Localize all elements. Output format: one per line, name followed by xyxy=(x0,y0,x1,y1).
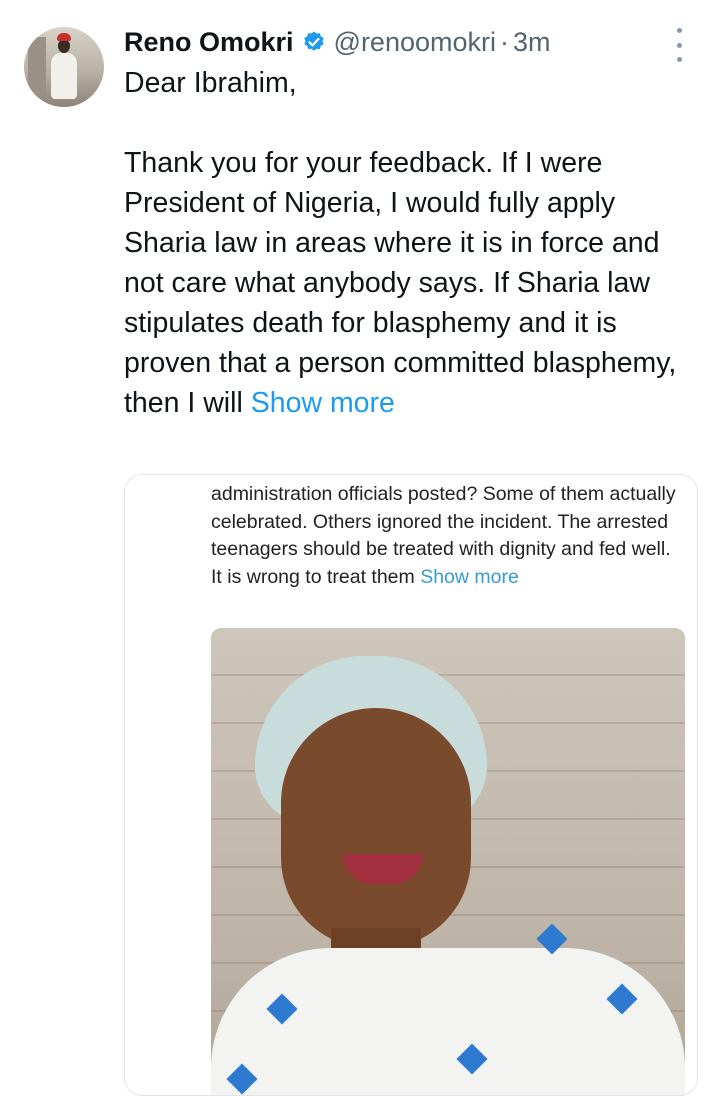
tweet-header: Reno Omokri @renoomokri · 3m xyxy=(124,22,551,62)
avatar-figure-cap xyxy=(57,33,71,41)
paragraph-spacer xyxy=(124,103,699,143)
tweet-timestamp[interactable]: 3m xyxy=(513,27,551,58)
separator-dot: · xyxy=(500,26,509,57)
author-name[interactable]: Reno Omokri xyxy=(124,27,294,58)
quoted-tweet-photo[interactable] xyxy=(211,628,685,1095)
tweet-body-text: Thank you for your feedback. If I were P… xyxy=(124,147,677,419)
more-options-icon[interactable] xyxy=(669,28,689,62)
more-dot xyxy=(676,28,682,33)
tweet-greeting: Dear Ibrahim, xyxy=(124,67,297,99)
quoted-tweet-text: administration officials posted? Some of… xyxy=(211,481,681,591)
tweet-paragraph: Thank you for your feedback. If I were P… xyxy=(124,143,699,423)
avatar-figure-head xyxy=(58,39,70,53)
quoted-show-more-link[interactable]: Show more xyxy=(420,566,519,588)
verified-badge-icon xyxy=(303,31,324,51)
author-avatar[interactable] xyxy=(24,27,104,107)
photo-face xyxy=(281,708,471,948)
tweet-body: Dear Ibrahim, Thank you for your feedbac… xyxy=(124,63,699,423)
show-more-link[interactable]: Show more xyxy=(251,387,395,419)
more-dot xyxy=(676,42,682,48)
avatar-background xyxy=(28,37,46,97)
avatar-figure-body xyxy=(51,53,77,99)
author-handle[interactable]: @renoomokri xyxy=(334,27,496,58)
quoted-tweet-card[interactable]: administration officials posted? Some of… xyxy=(124,474,698,1096)
more-dot xyxy=(676,57,682,62)
